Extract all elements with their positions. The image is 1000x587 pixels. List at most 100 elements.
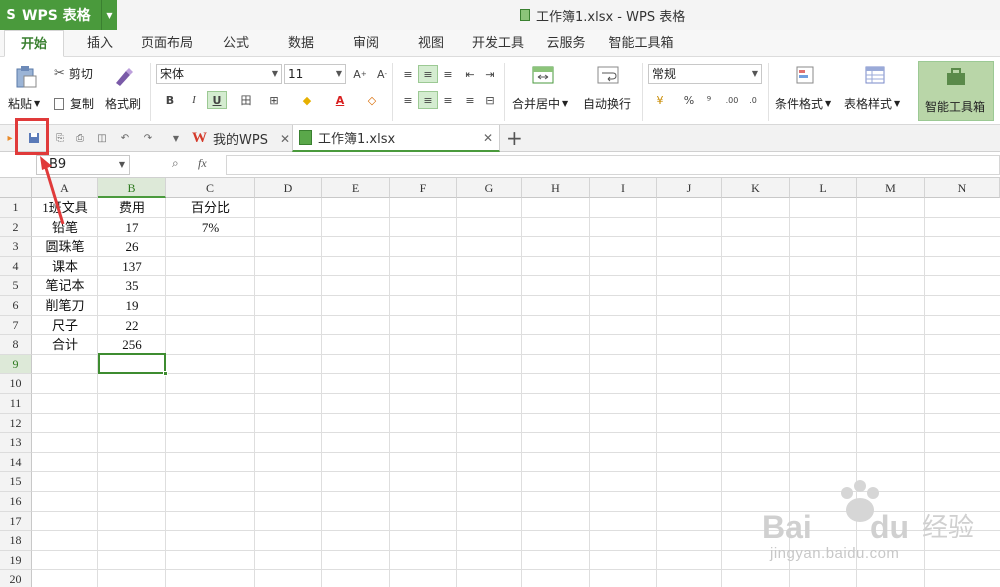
column-header-i[interactable]: I	[590, 178, 657, 198]
cell-a6[interactable]: 削笔刀	[32, 296, 98, 315]
number-format-select[interactable]: 常规 ▼	[648, 64, 762, 84]
row-header-7[interactable]: 7	[0, 315, 32, 336]
copy-button[interactable]: 复制	[54, 95, 94, 112]
conditional-format-icon[interactable]	[795, 65, 817, 85]
column-header-a[interactable]: A	[32, 178, 98, 198]
row-header-14[interactable]: 14	[0, 452, 32, 473]
row-header-5[interactable]: 5	[0, 276, 32, 296]
italic-button[interactable]: I	[184, 91, 204, 109]
justify-icon[interactable]: ≡	[460, 91, 480, 109]
zoom-search-icon[interactable]: ⌕	[172, 156, 179, 171]
column-header-g[interactable]: G	[457, 178, 522, 198]
align-center-icon[interactable]: ≡	[418, 91, 438, 109]
cell-a2[interactable]: 铅笔	[32, 218, 98, 237]
tab-developer[interactable]: 开发工具	[467, 30, 529, 57]
row-header-18[interactable]: 18	[0, 531, 32, 551]
font-name-select[interactable]: 宋体 ▼	[156, 64, 282, 84]
merge-center-icon[interactable]	[532, 65, 554, 85]
row-header-4[interactable]: 4	[0, 256, 32, 277]
row-header-13[interactable]: 13	[0, 433, 32, 453]
wrap-text-icon[interactable]	[597, 65, 619, 85]
row-header-10[interactable]: 10	[0, 374, 32, 394]
cell-b2[interactable]: 17	[98, 218, 166, 237]
app-menu-dropdown-icon[interactable]: ▼	[101, 0, 117, 30]
font-size-select[interactable]: 11 ▼	[284, 64, 346, 84]
tab-view[interactable]: 视图	[407, 30, 455, 57]
align-right-icon[interactable]: ≡	[438, 91, 458, 109]
column-header-c[interactable]: C	[166, 178, 255, 198]
smart-toolbox-button[interactable]: 智能工具箱	[918, 61, 994, 121]
tab-data[interactable]: 数据	[277, 30, 325, 57]
cell-b6[interactable]: 19	[98, 296, 166, 315]
tab-my-wps[interactable]: W 我的WPS ✕	[186, 125, 290, 152]
cell-b7[interactable]: 22	[98, 316, 166, 335]
format-painter-button[interactable]: 格式刷	[105, 95, 141, 112]
column-header-n[interactable]: N	[925, 178, 1000, 198]
row-header-2[interactable]: 2	[0, 217, 32, 238]
row-header-6[interactable]: 6	[0, 296, 32, 316]
close-icon[interactable]: ✕	[483, 131, 493, 145]
cell-c2[interactable]: 7%	[166, 218, 255, 237]
tab-smart-toolbox[interactable]: 智能工具箱	[604, 30, 678, 57]
paste-button[interactable]: 粘贴 ▼	[8, 95, 40, 112]
table-style-icon[interactable]	[864, 65, 886, 85]
column-header-k[interactable]: K	[722, 178, 790, 198]
undo-icon[interactable]: ↶	[117, 130, 133, 146]
row-header-9[interactable]: 9	[0, 354, 32, 375]
cell-b4[interactable]: 137	[98, 257, 166, 276]
paste-icon[interactable]	[14, 65, 38, 89]
align-bottom-icon[interactable]: ≡	[438, 65, 458, 83]
row-header-3[interactable]: 3	[0, 237, 32, 257]
row-header-11[interactable]: 11	[0, 394, 32, 414]
close-icon[interactable]: ✕	[280, 132, 290, 146]
cell-c1[interactable]: 百分比	[166, 198, 255, 217]
app-menu-button[interactable]: S WPS 表格 ▼	[0, 0, 117, 30]
row-header-16[interactable]: 16	[0, 492, 32, 512]
comma-style-button[interactable]: ⁹	[699, 91, 719, 109]
row-header-1[interactable]: 1	[0, 198, 32, 218]
column-header-b[interactable]: B	[98, 178, 166, 198]
select-all-corner[interactable]	[0, 178, 32, 198]
row-header-17[interactable]: 17	[0, 511, 32, 532]
row-header-15[interactable]: 15	[0, 472, 32, 492]
print-icon[interactable]: ⎙	[72, 130, 88, 146]
customize-qat-icon[interactable]: ▼	[168, 130, 184, 146]
formula-input[interactable]	[226, 155, 1000, 175]
tab-cloud[interactable]: 云服务	[540, 30, 592, 57]
column-header-l[interactable]: L	[790, 178, 857, 198]
insert-function-button[interactable]: fx	[198, 156, 207, 171]
print-preview-icon[interactable]: ◫	[94, 130, 110, 146]
table-style-button[interactable]: 表格样式 ▼	[844, 95, 900, 112]
increase-font-icon[interactable]: A +	[350, 65, 370, 83]
cell-b3[interactable]: 26	[98, 237, 166, 256]
tab-page-layout[interactable]: 页面布局	[134, 30, 200, 57]
underline-button[interactable]: U	[207, 91, 227, 109]
row-header-19[interactable]: 19	[0, 550, 32, 571]
column-header-e[interactable]: E	[322, 178, 390, 198]
tab-home[interactable]: 开始	[4, 30, 64, 57]
decrease-decimal-icon[interactable]: .0	[743, 91, 763, 109]
bold-button[interactable]: B	[160, 91, 180, 109]
font-color-icon[interactable]: A	[330, 91, 350, 109]
cell-b5[interactable]: 35	[98, 276, 166, 295]
cell-a7[interactable]: 尺子	[32, 316, 98, 335]
name-box[interactable]: B9 ▼	[36, 155, 130, 175]
row-header-8[interactable]: 8	[0, 335, 32, 355]
column-header-m[interactable]: M	[857, 178, 925, 198]
tab-workbook[interactable]: 工作簿1.xlsx ✕	[292, 125, 500, 152]
border-icon[interactable]: 田	[236, 91, 256, 109]
new-tab-button[interactable]: +	[506, 127, 523, 149]
percent-button[interactable]: %	[679, 91, 699, 109]
merge-center-button[interactable]: 合并居中 ▼	[512, 95, 568, 112]
align-top-icon[interactable]: ≡	[398, 65, 418, 83]
cell-a5[interactable]: 笔记本	[32, 276, 98, 295]
wrap-text-button[interactable]: 自动换行	[583, 95, 631, 112]
cell-a1[interactable]: 1班文具	[32, 198, 98, 217]
column-header-h[interactable]: H	[522, 178, 590, 198]
merge-grid-icon[interactable]: ⊞	[264, 91, 284, 109]
decrease-font-icon[interactable]: A-	[372, 65, 392, 83]
clear-format-icon[interactable]: ◇	[362, 91, 382, 109]
redo-icon[interactable]: ↷	[140, 130, 156, 146]
indent-increase-icon[interactable]: ⇥	[480, 65, 500, 83]
column-header-j[interactable]: J	[657, 178, 722, 198]
